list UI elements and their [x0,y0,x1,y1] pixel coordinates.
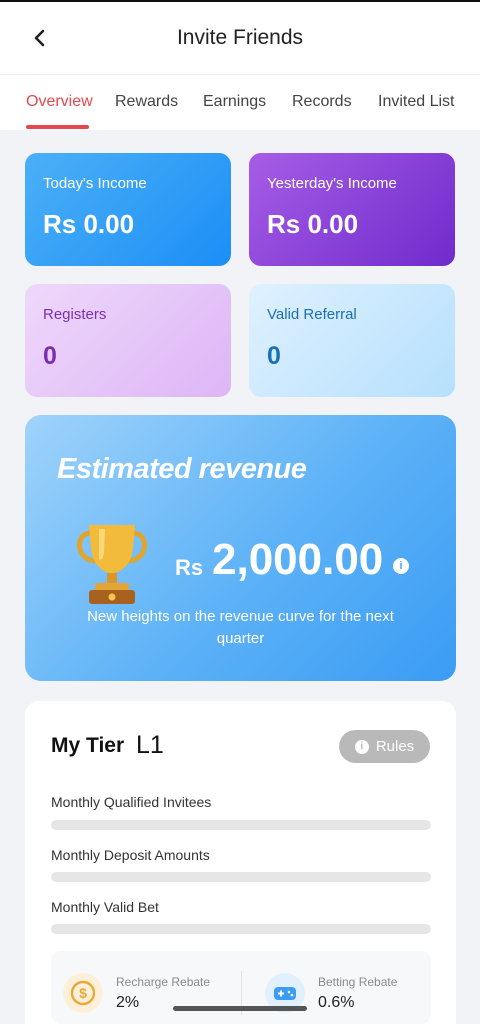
rebate-panel: $ Recharge Rebate 2% Betting Rebate 0.6% [51,951,431,1024]
today-income-value: Rs 0.00 [43,209,135,239]
metric-valid-bet-label: Monthly Valid Bet [51,899,159,915]
tab-bar: Overview Rewards Earnings Records Invite… [0,74,480,130]
tab-records[interactable]: Records [292,93,352,111]
metric-deposit-amounts-bar [51,872,431,882]
svg-text:$: $ [79,985,87,1001]
estimated-currency: Rs [175,555,204,580]
estimated-revenue-card: Estimated revenue Rs 2,000.00 i New heig… [25,415,456,681]
betting-rebate-value: 0.6% [318,994,355,1011]
today-income-label: Today's Income [43,175,147,192]
my-tier-panel: My Tier L1 i Rules Monthly Qualified Inv… [25,701,456,1024]
rules-label: Rules [375,738,415,755]
trophy-icon [77,525,147,604]
metric-qualified-invitees-label: Monthly Qualified Invitees [51,794,212,810]
tier-level: L1 [136,731,164,759]
home-indicator [173,1006,307,1011]
registers-label: Registers [43,306,107,323]
recharge-rebate-value: 2% [116,994,140,1011]
metric-qualified-invitees-bar [51,820,431,830]
tab-rewards[interactable]: Rewards [115,93,178,111]
registers-card: Registers 0 [25,284,231,397]
valid-referral-value: 0 [267,342,281,370]
metric-valid-bet-bar [51,924,431,934]
info-icon[interactable]: i [393,558,409,574]
registers-value: 0 [43,342,57,370]
page-title: Invite Friends [176,26,304,49]
recharge-rebate-label: Recharge Rebate [116,975,211,989]
tab-overview[interactable]: Overview [26,93,93,111]
estimated-amount: 2,000.00 [212,535,384,584]
tier-label: My Tier [51,734,125,757]
tab-earnings[interactable]: Earnings [203,93,266,111]
betting-rebate-label: Betting Rebate [318,975,398,989]
info-icon: i [354,739,369,754]
active-tab-indicator [26,125,89,129]
metric-deposit-amounts-label: Monthly Deposit Amounts [51,847,210,863]
tab-invited-list[interactable]: Invited List [378,93,454,111]
yesterday-income-value: Rs 0.00 [267,209,359,239]
today-income-card: Today's Income Rs 0.00 [25,153,231,266]
coin-icon: $ [63,973,103,1013]
valid-referral-card: Valid Referral 0 [249,284,455,397]
yesterday-income-card: Yesterday's Income Rs 0.00 [249,153,455,266]
yesterday-income-label: Yesterday's Income [267,175,397,192]
app-header: Invite Friends [0,2,480,74]
rules-button[interactable]: i Rules [339,730,430,763]
estimated-description: New heights on the revenue curve for the… [87,608,394,647]
chevron-left-icon[interactable] [28,26,52,50]
valid-referral-label: Valid Referral [267,306,357,323]
estimated-revenue-title: Estimated revenue [57,453,307,485]
